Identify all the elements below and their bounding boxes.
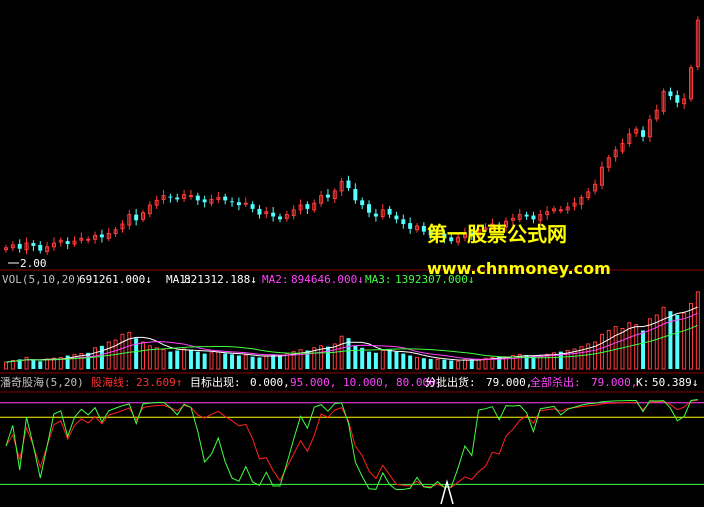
volume-bar: [38, 361, 43, 369]
sell-batch-label: 分批出货:: [425, 375, 476, 389]
volume-bar: [367, 351, 372, 369]
volume-bar: [223, 353, 228, 369]
candle-body: [305, 204, 310, 209]
candle-body: [168, 196, 173, 198]
volume-bar: [408, 355, 413, 369]
candle-body: [387, 208, 392, 215]
volume-bar: [188, 349, 193, 369]
candle-body: [65, 241, 70, 244]
ma1-value: 821312.188↓: [184, 273, 257, 286]
candle-body: [373, 213, 378, 217]
watermark-url: www.chnmoney.com: [427, 259, 611, 278]
volume-bar: [202, 353, 207, 369]
volume-bar: [387, 349, 392, 369]
candle-body: [257, 208, 262, 215]
candle-body: [134, 214, 139, 221]
candle-body: [236, 202, 241, 206]
volume-value: 691261.000↓: [79, 273, 152, 286]
candle-body: [86, 238, 91, 241]
price-low-label: 2.00: [20, 257, 47, 270]
levels-value: 95.000, 10.000, 80.000,: [290, 376, 442, 389]
sell-all-label: 全部杀出:: [530, 375, 581, 389]
candle-body: [394, 215, 399, 220]
candle-body: [353, 188, 358, 201]
ma2-label: MA2:: [262, 273, 289, 286]
candle-body: [243, 202, 248, 205]
volume-bar: [353, 345, 358, 369]
k-label: K:: [636, 376, 649, 389]
volume-title: VOL(5,10,20): [2, 273, 81, 286]
candle-body: [230, 201, 235, 203]
volume-bar: [250, 356, 255, 369]
volume-bar: [195, 351, 200, 369]
candle-body: [175, 197, 180, 200]
candle-body: [641, 130, 646, 137]
ma3-label: MA3:: [365, 273, 392, 286]
watermark-title: 第一股票公式网: [427, 222, 567, 246]
indicator-line-label: 股海线:: [91, 375, 131, 389]
candle-body: [99, 234, 104, 238]
volume-bar: [278, 355, 282, 369]
candle-body: [202, 199, 207, 203]
volume-bar: [230, 354, 235, 369]
candle-body: [325, 194, 330, 198]
volume-bar: [31, 359, 36, 369]
candle-body: [524, 214, 529, 217]
target-value: 0.000,: [250, 376, 290, 389]
volume-bar: [175, 350, 180, 369]
candle-body: [421, 225, 426, 232]
indicator-header: 潘奇股海(5,20) 股海线: 23.609↑ 目标出现: 0.000, 95.…: [0, 375, 698, 389]
candle-body: [195, 195, 200, 201]
ma2-value: 894646.000↓: [291, 273, 364, 286]
volume-bar: [449, 360, 454, 369]
volume-bar: [325, 346, 330, 369]
volume-bar: [134, 338, 139, 369]
volume-bar: [421, 358, 426, 369]
sell-all-value: 79.000,: [591, 376, 637, 389]
volume-bar: [442, 359, 447, 369]
k-value: 50.389↓: [652, 376, 698, 389]
volume-bar: [641, 330, 646, 369]
candle-body: [408, 223, 413, 229]
sell-batch-value: 79.000,: [486, 376, 532, 389]
target-label: 目标出现:: [190, 375, 241, 389]
candle-body: [31, 243, 36, 246]
candle-body: [668, 91, 673, 97]
volume-bar: [394, 351, 399, 369]
candle-body: [346, 180, 351, 189]
indicator-line-value: 23.609↑: [136, 376, 182, 389]
volume-bar: [168, 351, 173, 369]
candle-body: [401, 219, 406, 225]
volume-bar: [99, 345, 104, 369]
candle-body: [188, 195, 193, 198]
volume-bar: [675, 315, 680, 369]
candle-body: [675, 95, 680, 103]
candle-body: [223, 196, 228, 201]
volume-bar: [360, 347, 365, 369]
candle-body: [360, 200, 365, 206]
candle-body: [17, 243, 22, 249]
indicator-title: 潘奇股海(5,20): [0, 375, 84, 389]
volume-bar: [257, 357, 262, 369]
volume-bar: [236, 355, 241, 369]
volume-bar: [401, 353, 406, 369]
candle-body: [278, 216, 282, 220]
volume-header: VOL(5,10,20) 691261.000↓ MA1: 821312.188…: [2, 273, 474, 286]
candle-body: [271, 212, 276, 217]
candle-body: [38, 244, 43, 251]
candle-body: [531, 215, 536, 220]
candle-body: [250, 204, 255, 209]
volume-bar: [373, 352, 378, 369]
volume-bar: [428, 358, 433, 369]
volume-bar: [271, 354, 276, 369]
candle-body: [558, 209, 563, 212]
stock-chart[interactable]: 2.00 VOL(5,10,20) 691261.000↓ MA1: 82131…: [0, 0, 704, 507]
candle-body: [367, 204, 372, 213]
chart-background: [0, 0, 704, 507]
volume-bar: [668, 311, 673, 369]
